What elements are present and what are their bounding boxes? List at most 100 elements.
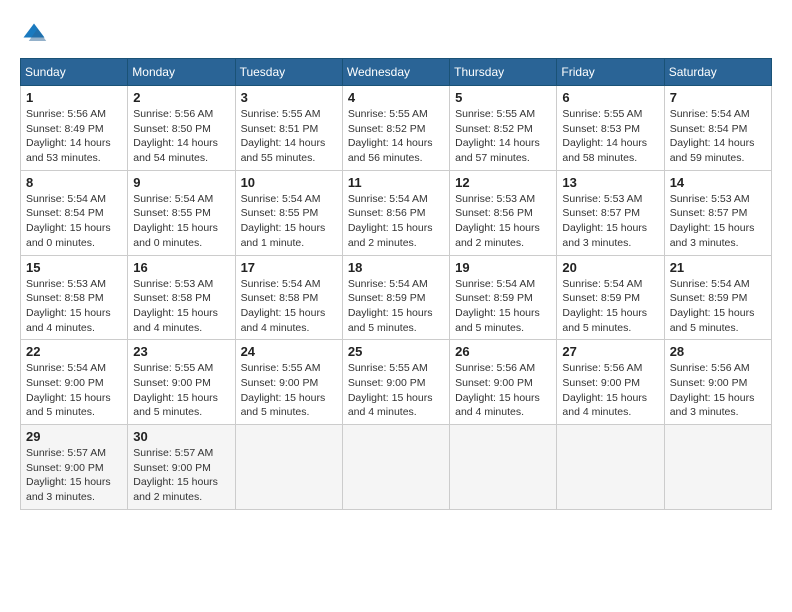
- day-info: Sunrise: 5:56 AM Sunset: 8:50 PM Dayligh…: [133, 107, 229, 166]
- day-cell-12: 12 Sunrise: 5:53 AM Sunset: 8:56 PM Dayl…: [450, 170, 557, 255]
- day-number: 26: [455, 344, 551, 359]
- daylight-label: Daylight: 15 hours and 4 minutes.: [348, 392, 433, 419]
- day-cell-20: 20 Sunrise: 5:54 AM Sunset: 8:59 PM Dayl…: [557, 255, 664, 340]
- calendar-week-1: 1 Sunrise: 5:56 AM Sunset: 8:49 PM Dayli…: [21, 86, 772, 171]
- sunrise-label: Sunrise: 5:53 AM: [26, 278, 106, 290]
- day-info: Sunrise: 5:54 AM Sunset: 8:59 PM Dayligh…: [670, 277, 766, 336]
- day-info: Sunrise: 5:55 AM Sunset: 9:00 PM Dayligh…: [241, 361, 337, 420]
- day-info: Sunrise: 5:54 AM Sunset: 8:59 PM Dayligh…: [348, 277, 444, 336]
- sunrise-label: Sunrise: 5:56 AM: [562, 362, 642, 374]
- sunrise-label: Sunrise: 5:54 AM: [26, 193, 106, 205]
- day-cell-18: 18 Sunrise: 5:54 AM Sunset: 8:59 PM Dayl…: [342, 255, 449, 340]
- calendar-week-5: 29 Sunrise: 5:57 AM Sunset: 9:00 PM Dayl…: [21, 425, 772, 510]
- daylight-label: Daylight: 15 hours and 4 minutes.: [26, 307, 111, 334]
- daylight-label: Daylight: 15 hours and 4 minutes.: [133, 307, 218, 334]
- calendar-week-2: 8 Sunrise: 5:54 AM Sunset: 8:54 PM Dayli…: [21, 170, 772, 255]
- sunrise-label: Sunrise: 5:56 AM: [26, 108, 106, 120]
- day-cell-25: 25 Sunrise: 5:55 AM Sunset: 9:00 PM Dayl…: [342, 340, 449, 425]
- day-info: Sunrise: 5:54 AM Sunset: 8:59 PM Dayligh…: [562, 277, 658, 336]
- day-info: Sunrise: 5:53 AM Sunset: 8:57 PM Dayligh…: [670, 192, 766, 251]
- sunset-label: Sunset: 8:49 PM: [26, 123, 104, 135]
- sunset-label: Sunset: 8:55 PM: [241, 207, 319, 219]
- day-number: 28: [670, 344, 766, 359]
- day-header-friday: Friday: [557, 59, 664, 86]
- sunset-label: Sunset: 8:52 PM: [348, 123, 426, 135]
- day-cell-11: 11 Sunrise: 5:54 AM Sunset: 8:56 PM Dayl…: [342, 170, 449, 255]
- day-header-tuesday: Tuesday: [235, 59, 342, 86]
- sunset-label: Sunset: 8:50 PM: [133, 123, 211, 135]
- day-info: Sunrise: 5:53 AM Sunset: 8:56 PM Dayligh…: [455, 192, 551, 251]
- sunset-label: Sunset: 8:57 PM: [562, 207, 640, 219]
- day-number: 30: [133, 429, 229, 444]
- day-number: 19: [455, 260, 551, 275]
- sunrise-label: Sunrise: 5:54 AM: [241, 278, 321, 290]
- day-cell-28: 28 Sunrise: 5:56 AM Sunset: 9:00 PM Dayl…: [664, 340, 771, 425]
- day-number: 7: [670, 90, 766, 105]
- daylight-label: Daylight: 14 hours and 53 minutes.: [26, 137, 111, 164]
- day-cell-13: 13 Sunrise: 5:53 AM Sunset: 8:57 PM Dayl…: [557, 170, 664, 255]
- day-cell-24: 24 Sunrise: 5:55 AM Sunset: 9:00 PM Dayl…: [235, 340, 342, 425]
- sunrise-label: Sunrise: 5:53 AM: [133, 278, 213, 290]
- empty-cell: [450, 425, 557, 510]
- day-info: Sunrise: 5:57 AM Sunset: 9:00 PM Dayligh…: [133, 446, 229, 505]
- day-info: Sunrise: 5:54 AM Sunset: 8:54 PM Dayligh…: [670, 107, 766, 166]
- calendar-header-row: SundayMondayTuesdayWednesdayThursdayFrid…: [21, 59, 772, 86]
- daylight-label: Daylight: 15 hours and 3 minutes.: [26, 476, 111, 503]
- day-info: Sunrise: 5:54 AM Sunset: 8:54 PM Dayligh…: [26, 192, 122, 251]
- sunset-label: Sunset: 8:59 PM: [670, 292, 748, 304]
- day-cell-3: 3 Sunrise: 5:55 AM Sunset: 8:51 PM Dayli…: [235, 86, 342, 171]
- day-info: Sunrise: 5:54 AM Sunset: 8:58 PM Dayligh…: [241, 277, 337, 336]
- day-cell-15: 15 Sunrise: 5:53 AM Sunset: 8:58 PM Dayl…: [21, 255, 128, 340]
- day-cell-29: 29 Sunrise: 5:57 AM Sunset: 9:00 PM Dayl…: [21, 425, 128, 510]
- sunset-label: Sunset: 9:00 PM: [26, 462, 104, 474]
- sunset-label: Sunset: 9:00 PM: [562, 377, 640, 389]
- day-number: 22: [26, 344, 122, 359]
- day-header-thursday: Thursday: [450, 59, 557, 86]
- day-cell-6: 6 Sunrise: 5:55 AM Sunset: 8:53 PM Dayli…: [557, 86, 664, 171]
- day-number: 14: [670, 175, 766, 190]
- sunrise-label: Sunrise: 5:53 AM: [562, 193, 642, 205]
- day-number: 1: [26, 90, 122, 105]
- empty-cell: [557, 425, 664, 510]
- logo-icon: [20, 20, 48, 48]
- sunrise-label: Sunrise: 5:53 AM: [455, 193, 535, 205]
- day-number: 2: [133, 90, 229, 105]
- sunset-label: Sunset: 8:52 PM: [455, 123, 533, 135]
- sunrise-label: Sunrise: 5:55 AM: [348, 108, 428, 120]
- sunrise-label: Sunrise: 5:54 AM: [562, 278, 642, 290]
- sunset-label: Sunset: 8:59 PM: [562, 292, 640, 304]
- day-info: Sunrise: 5:55 AM Sunset: 9:00 PM Dayligh…: [133, 361, 229, 420]
- sunrise-label: Sunrise: 5:56 AM: [133, 108, 213, 120]
- day-cell-23: 23 Sunrise: 5:55 AM Sunset: 9:00 PM Dayl…: [128, 340, 235, 425]
- daylight-label: Daylight: 15 hours and 5 minutes.: [241, 392, 326, 419]
- sunset-label: Sunset: 8:51 PM: [241, 123, 319, 135]
- day-cell-21: 21 Sunrise: 5:54 AM Sunset: 8:59 PM Dayl…: [664, 255, 771, 340]
- day-cell-2: 2 Sunrise: 5:56 AM Sunset: 8:50 PM Dayli…: [128, 86, 235, 171]
- daylight-label: Daylight: 15 hours and 0 minutes.: [133, 222, 218, 249]
- sunrise-label: Sunrise: 5:55 AM: [241, 108, 321, 120]
- sunset-label: Sunset: 9:00 PM: [133, 462, 211, 474]
- sunrise-label: Sunrise: 5:54 AM: [348, 193, 428, 205]
- daylight-label: Daylight: 15 hours and 5 minutes.: [133, 392, 218, 419]
- sunset-label: Sunset: 8:53 PM: [562, 123, 640, 135]
- day-info: Sunrise: 5:56 AM Sunset: 8:49 PM Dayligh…: [26, 107, 122, 166]
- day-cell-4: 4 Sunrise: 5:55 AM Sunset: 8:52 PM Dayli…: [342, 86, 449, 171]
- daylight-label: Daylight: 14 hours and 57 minutes.: [455, 137, 540, 164]
- day-cell-27: 27 Sunrise: 5:56 AM Sunset: 9:00 PM Dayl…: [557, 340, 664, 425]
- daylight-label: Daylight: 15 hours and 3 minutes.: [562, 222, 647, 249]
- day-cell-5: 5 Sunrise: 5:55 AM Sunset: 8:52 PM Dayli…: [450, 86, 557, 171]
- day-number: 6: [562, 90, 658, 105]
- logo: [20, 20, 52, 48]
- day-number: 3: [241, 90, 337, 105]
- page-header: [20, 20, 772, 48]
- daylight-label: Daylight: 15 hours and 1 minute.: [241, 222, 326, 249]
- day-cell-8: 8 Sunrise: 5:54 AM Sunset: 8:54 PM Dayli…: [21, 170, 128, 255]
- sunset-label: Sunset: 8:56 PM: [348, 207, 426, 219]
- day-info: Sunrise: 5:54 AM Sunset: 8:56 PM Dayligh…: [348, 192, 444, 251]
- sunrise-label: Sunrise: 5:54 AM: [670, 108, 750, 120]
- day-info: Sunrise: 5:55 AM Sunset: 8:53 PM Dayligh…: [562, 107, 658, 166]
- day-info: Sunrise: 5:56 AM Sunset: 9:00 PM Dayligh…: [562, 361, 658, 420]
- daylight-label: Daylight: 15 hours and 0 minutes.: [26, 222, 111, 249]
- sunset-label: Sunset: 8:54 PM: [670, 123, 748, 135]
- day-cell-17: 17 Sunrise: 5:54 AM Sunset: 8:58 PM Dayl…: [235, 255, 342, 340]
